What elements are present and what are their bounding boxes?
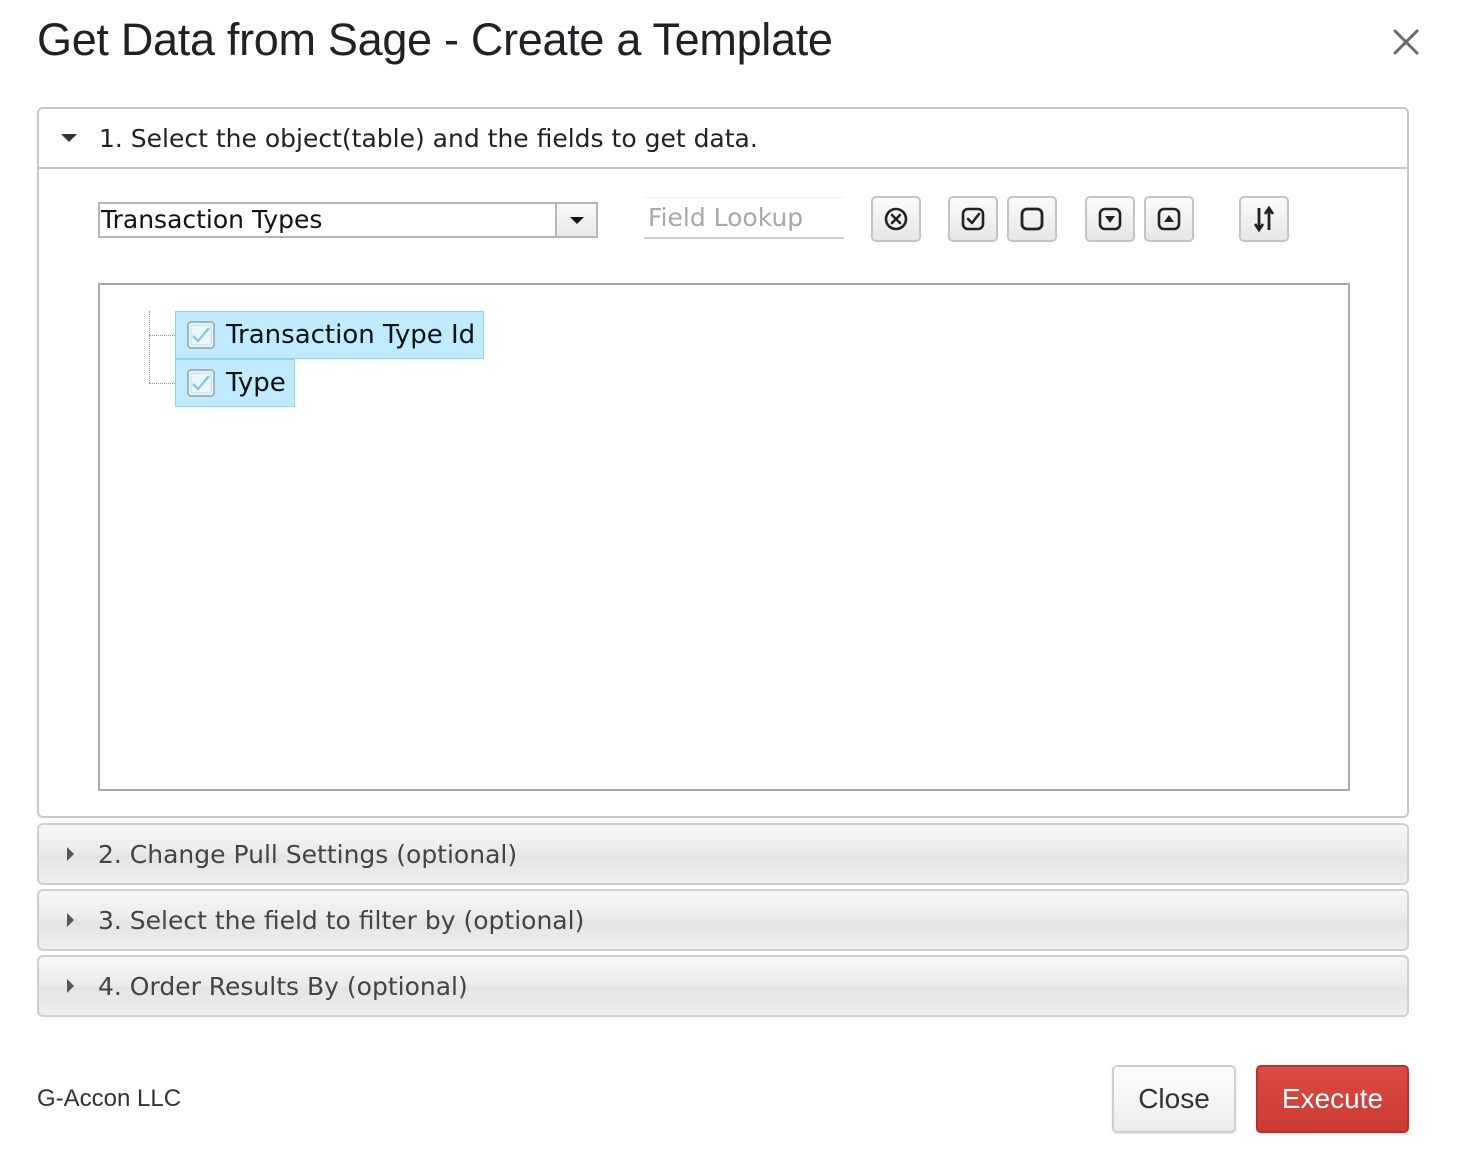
checkbox-checked-icon[interactable]	[186, 368, 216, 398]
section-filter[interactable]: 3. Select the field to filter by (option…	[37, 889, 1409, 951]
field-lookup-input[interactable]	[644, 197, 844, 239]
object-select[interactable]: Transaction Types	[98, 202, 598, 238]
section-1-label: 1. Select the object(table) and the fiel…	[99, 123, 758, 153]
caret-down-icon	[61, 134, 77, 142]
section-pull-settings[interactable]: 2. Change Pull Settings (optional)	[37, 823, 1409, 885]
section-order-results[interactable]: 4. Order Results By (optional)	[37, 955, 1409, 1017]
close-button[interactable]: Close	[1112, 1065, 1236, 1133]
check-all-button[interactable]	[948, 196, 998, 242]
tree-connector	[149, 383, 175, 384]
execute-button[interactable]: Execute	[1256, 1065, 1409, 1133]
clear-selection-button[interactable]	[871, 196, 921, 242]
caret-right-icon	[67, 913, 74, 927]
company-name: G-Accon LLC	[37, 1085, 182, 1112]
fields-tree: Transaction Type Id Type	[98, 283, 1350, 791]
clear-icon	[884, 207, 908, 231]
move-down-button[interactable]	[1085, 196, 1135, 242]
sort-icon	[1253, 205, 1275, 233]
section-2-label: 2. Change Pull Settings (optional)	[98, 839, 518, 869]
check-all-icon	[961, 207, 985, 231]
close-icon[interactable]	[1388, 24, 1424, 60]
section-4-label: 4. Order Results By (optional)	[98, 971, 468, 1001]
dialog-title: Get Data from Sage - Create a Template	[37, 14, 833, 65]
section-3-label: 3. Select the field to filter by (option…	[98, 905, 585, 935]
checkbox-checked-icon[interactable]	[186, 320, 216, 350]
chevron-down-icon	[569, 216, 584, 224]
field-label: Transaction Type Id	[226, 320, 476, 350]
caret-right-icon	[67, 979, 74, 993]
field-label: Type	[226, 368, 286, 398]
field-item[interactable]: Transaction Type Id	[175, 311, 485, 359]
section-select-object: 1. Select the object(table) and the fiel…	[37, 107, 1409, 818]
field-item[interactable]: Type	[175, 359, 295, 407]
uncheck-all-button[interactable]	[1007, 196, 1057, 242]
caret-right-icon	[67, 847, 74, 861]
move-up-button[interactable]	[1144, 196, 1194, 242]
section-1-header[interactable]: 1. Select the object(table) and the fiel…	[39, 109, 1407, 169]
move-up-icon	[1157, 207, 1181, 231]
sort-button[interactable]	[1239, 196, 1289, 242]
object-select-value: Transaction Types	[101, 205, 323, 234]
tree-connector	[149, 311, 150, 383]
tree-connector	[149, 335, 175, 336]
object-select-arrow[interactable]	[555, 204, 596, 236]
uncheck-all-icon	[1020, 207, 1044, 231]
move-down-icon	[1098, 207, 1122, 231]
